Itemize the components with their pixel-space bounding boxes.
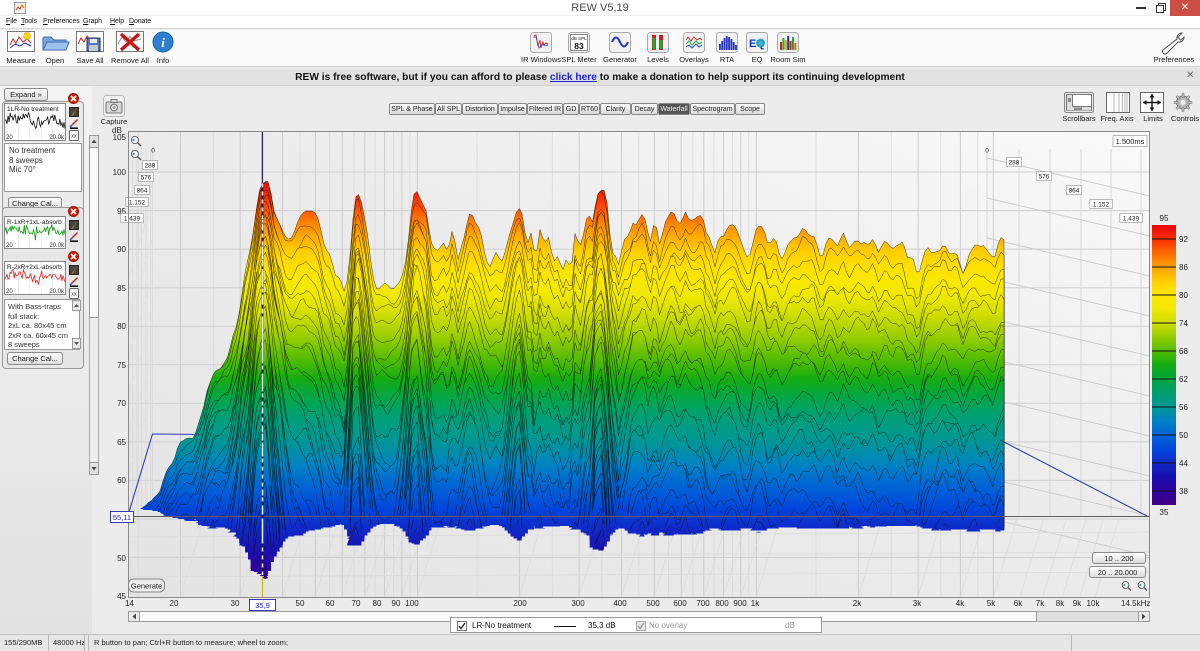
svg-text:xx: xx [71, 292, 77, 298]
svg-text:864: 864 [137, 187, 148, 194]
svg-text:R-2xR+2xL-absorb: R-2xR+2xL-absorb [7, 264, 62, 271]
svg-text:74: 74 [1179, 319, 1188, 328]
svg-text:68: 68 [1179, 347, 1188, 356]
svg-text:576: 576 [141, 174, 152, 181]
svg-text:i: i [161, 35, 165, 50]
svg-text:20: 20 [6, 289, 13, 295]
svg-text:1.152: 1.152 [129, 199, 146, 206]
svg-text:83: 83 [574, 41, 584, 51]
svg-text:0: 0 [985, 147, 989, 154]
svg-text:1.500ms: 1.500ms [1116, 137, 1145, 146]
svg-text:86: 86 [1179, 263, 1188, 272]
svg-text:50: 50 [1179, 431, 1188, 440]
svg-text:44: 44 [1179, 459, 1188, 468]
svg-text:35: 35 [1160, 508, 1169, 517]
svg-text:0: 0 [151, 147, 155, 154]
svg-text:xx: xx [71, 134, 77, 140]
svg-text:R-1xR+1xL-absorb: R-1xR+1xL-absorb [7, 219, 62, 226]
svg-text:20: 20 [6, 243, 13, 249]
svg-text:576: 576 [1039, 173, 1050, 180]
svg-text:92: 92 [1179, 235, 1188, 244]
svg-text:1.439: 1.439 [124, 215, 141, 222]
svg-text:20.0k: 20.0k [49, 289, 65, 295]
svg-text:288: 288 [145, 162, 156, 169]
svg-text:62: 62 [1179, 375, 1188, 384]
svg-text:20.0k: 20.0k [49, 243, 65, 249]
svg-text:56: 56 [1179, 403, 1188, 412]
svg-text:Generate: Generate [131, 581, 162, 590]
svg-text:95: 95 [1160, 214, 1169, 223]
svg-text:864: 864 [1069, 187, 1080, 194]
svg-text:20.0k: 20.0k [49, 135, 65, 141]
svg-text:20: 20 [6, 135, 13, 141]
svg-text:288: 288 [1009, 159, 1020, 166]
svg-text:1LR-No treatment: 1LR-No treatment [7, 106, 59, 113]
svg-text:80: 80 [1179, 291, 1188, 300]
svg-text:38: 38 [1179, 487, 1188, 496]
svg-text:1.439: 1.439 [1123, 215, 1140, 222]
svg-text:1.152: 1.152 [1093, 201, 1110, 208]
